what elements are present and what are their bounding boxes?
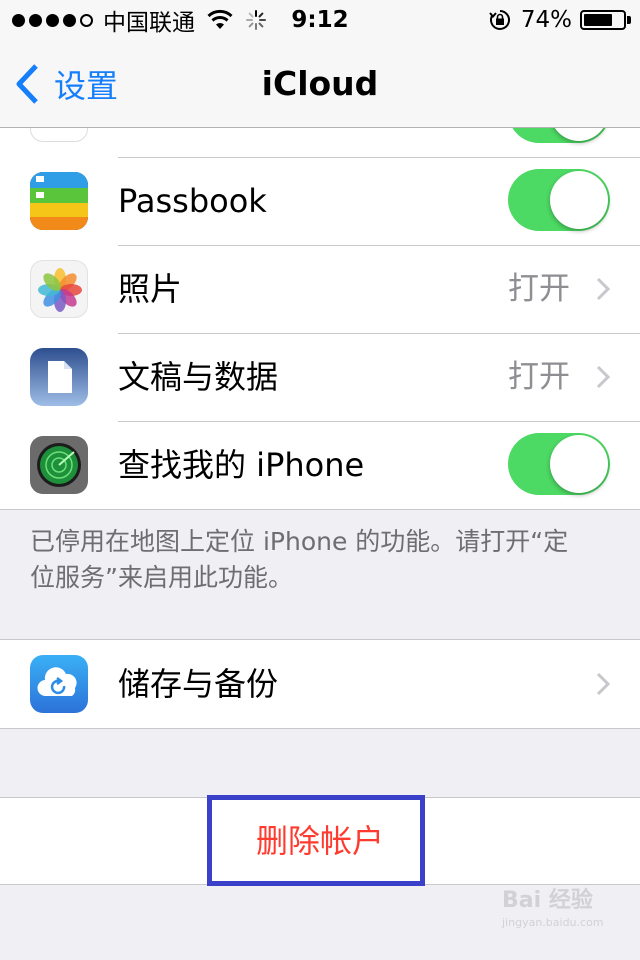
row-label: Passbook bbox=[118, 182, 267, 220]
location-services-note: 已停用在地图上定位 iPhone 的功能。请打开“定位服务”来启用此功能。 bbox=[30, 527, 569, 592]
row-value: 打开 bbox=[508, 271, 570, 307]
chevron-right-icon bbox=[596, 365, 610, 389]
battery-fill bbox=[584, 14, 613, 26]
row-label: 文稿与数据 bbox=[118, 358, 279, 396]
chevron-right-icon bbox=[596, 672, 610, 696]
status-bar: 中国联通 9:12 74% bbox=[0, 0, 640, 40]
passbook-icon bbox=[30, 172, 88, 230]
delete-account-button[interactable]: 删除帐户 bbox=[0, 798, 640, 886]
find-my-iphone-toggle[interactable] bbox=[508, 433, 610, 495]
list-item-storage-backup[interactable]: 储存与备份 bbox=[0, 640, 640, 728]
battery-icon bbox=[580, 10, 631, 30]
list-item-documents[interactable]: 文稿与数据 打开 bbox=[0, 333, 640, 421]
list-item-find-my-iphone[interactable]: 查找我的 iPhone bbox=[0, 421, 640, 509]
storage-group: 储存与备份 bbox=[0, 639, 640, 729]
watermark-url: jingyan.baidu.com bbox=[502, 916, 604, 929]
icloud-backup-icon bbox=[30, 655, 88, 713]
photos-icon bbox=[30, 260, 88, 318]
battery-cap bbox=[627, 16, 631, 24]
rotation-lock-icon bbox=[489, 10, 510, 30]
watermark-brand: Bai 经验 bbox=[502, 888, 593, 913]
list-item-passbook[interactable]: Passbook bbox=[0, 157, 640, 245]
row-value: 打开 bbox=[508, 359, 570, 395]
passbook-toggle[interactable] bbox=[508, 169, 610, 231]
battery-percent: 74% bbox=[520, 7, 572, 33]
chevron-right-icon bbox=[596, 277, 610, 301]
delete-account-row: 删除帐户 bbox=[0, 797, 640, 885]
navigation-bar: 设置 iCloud bbox=[0, 40, 640, 128]
find-my-iphone-icon bbox=[30, 436, 88, 494]
row-label: 照片 bbox=[118, 270, 183, 308]
documents-icon bbox=[30, 348, 88, 406]
row-label: 查找我的 iPhone bbox=[118, 446, 365, 484]
icloud-apps-group: Passbook 照片 打开 文稿与数据 打开 查找我的 iPhone bbox=[0, 68, 640, 510]
list-item-photos[interactable]: 照片 打开 bbox=[0, 245, 640, 333]
page-title: iCloud bbox=[261, 64, 379, 103]
toggle-knob bbox=[550, 435, 608, 493]
baidu-watermark: Bai 经验 jingyan.baidu.com bbox=[502, 882, 612, 938]
status-right: 74% bbox=[489, 6, 631, 34]
toggle-knob bbox=[550, 171, 608, 229]
top-bar: 中国联通 9:12 74% 设置 iCloud bbox=[0, 0, 640, 128]
row-label: 储存与备份 bbox=[118, 665, 279, 703]
